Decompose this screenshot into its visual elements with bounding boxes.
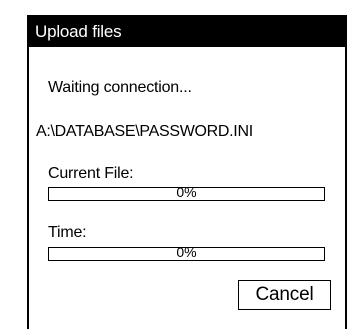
dialog-title: Upload files — [29, 17, 345, 47]
current-file-progress-text: 0% — [176, 184, 197, 200]
current-file-label: Current File: — [48, 165, 134, 182]
cancel-button[interactable]: Cancel — [238, 280, 331, 310]
connection-status: Waiting connection... — [48, 79, 192, 96]
upload-dialog: Upload files Waiting connection... A:\DA… — [27, 15, 347, 329]
time-progress-bar: 0% — [48, 244, 325, 261]
current-file-progress-bar: 0% — [48, 184, 325, 201]
time-label: Time: — [48, 224, 87, 241]
file-path: A:\DATABASE\PASSWORD.INI — [36, 123, 253, 140]
time-progress-text: 0% — [176, 244, 197, 260]
